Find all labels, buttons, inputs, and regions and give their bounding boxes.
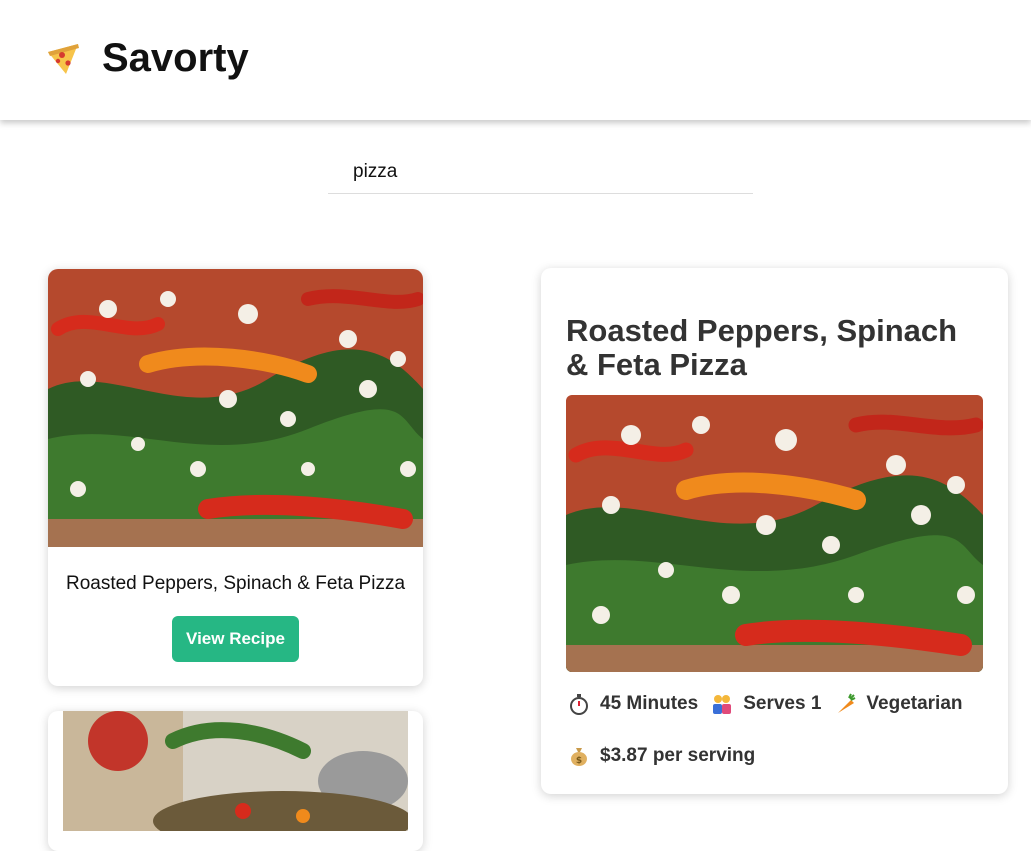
svg-text:$: $ xyxy=(576,756,582,766)
recipe-price-row: $ $3.87 per serving xyxy=(568,745,768,767)
people-icon xyxy=(713,695,732,714)
search-input[interactable] xyxy=(328,150,753,194)
pizza-slice-icon xyxy=(48,44,79,74)
recipe-card[interactable] xyxy=(48,711,423,851)
recipe-card[interactable]: Roasted Peppers, Spinach & Feta Pizza Vi… xyxy=(48,269,423,686)
app-title: Savorty xyxy=(102,36,249,80)
recipe-meta-row: 45 Minutes Serves 1 Vegetarian xyxy=(568,693,976,715)
recipe-detail-title: Roasted Peppers, Spinach & Feta Pizza xyxy=(566,313,958,382)
recipe-time-label: 45 Minutes xyxy=(600,693,699,714)
recipe-card-title: Roasted Peppers, Spinach & Feta Pizza xyxy=(65,573,406,594)
stopwatch-icon xyxy=(570,694,588,715)
view-recipe-button[interactable]: View Recipe xyxy=(172,616,299,662)
recipe-image xyxy=(48,269,423,547)
recipe-price: $ $3.87 per serving xyxy=(568,745,755,767)
money-bag-icon: $ xyxy=(571,748,587,766)
recipe-diet: Vegetarian xyxy=(834,693,963,715)
recipe-serves-label: Serves 1 xyxy=(743,693,822,714)
recipe-time: 45 Minutes xyxy=(568,693,698,715)
recipe-image xyxy=(63,711,408,831)
app-header: Savorty xyxy=(0,0,1031,120)
recipe-diet-label: Vegetarian xyxy=(866,693,963,714)
recipe-detail-image xyxy=(566,395,983,672)
recipe-price-label: $3.87 per serving xyxy=(600,745,756,766)
carrot-icon xyxy=(838,693,856,713)
recipe-detail-panel: Roasted Peppers, Spinach & Feta Pizza 45… xyxy=(541,268,1008,794)
recipe-serves: Serves 1 xyxy=(711,693,821,715)
